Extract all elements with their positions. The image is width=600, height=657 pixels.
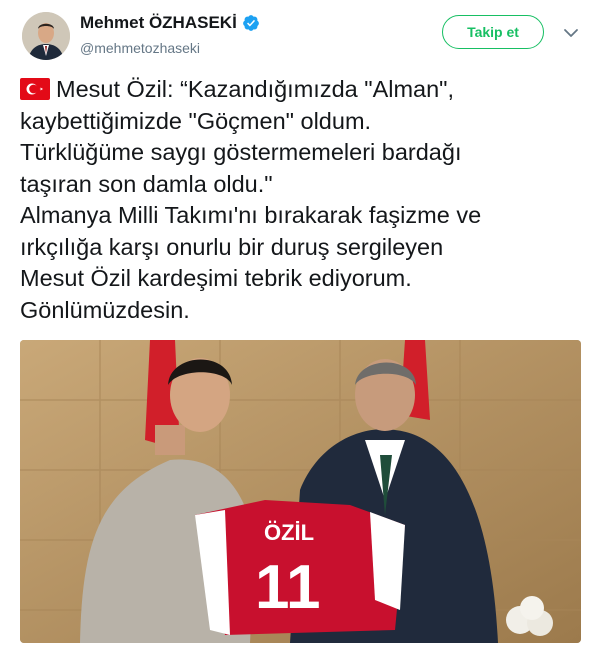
tweet-line-8: Gönlümüzdesin. xyxy=(20,296,190,323)
follow-button[interactable]: Takip et xyxy=(442,15,544,49)
name-row: Mehmet ÖZHASEKİ xyxy=(80,13,260,33)
user-handle[interactable]: @mehmetozhaseki xyxy=(80,40,200,56)
tweet-line-4: taşıran son damla oldu." xyxy=(20,170,273,197)
avatar-image xyxy=(22,12,70,60)
tweet-text: Mesut Özil: “Kazandığımızda "Alman", kay… xyxy=(20,74,580,326)
tweet-line-7: Mesut Özil kardeşimi tebrik ediyorum. xyxy=(20,265,412,291)
tweet-line-6: ırkçılığa karşı onurlu bir duruş sergile… xyxy=(20,233,444,260)
display-name[interactable]: Mehmet ÖZHASEKİ xyxy=(80,13,237,33)
chevron-down-icon[interactable] xyxy=(562,24,580,42)
verified-badge-icon xyxy=(242,15,259,31)
photo-image: ÖZİL 11 xyxy=(20,340,581,643)
tweet-line-2: kaybettiğimizde "Göçmen" oldum. xyxy=(20,107,372,134)
turkey-flag-icon xyxy=(20,78,50,100)
tweet-photo[interactable]: ÖZİL 11 xyxy=(20,340,581,643)
jersey-number-text: 11 xyxy=(255,553,321,622)
tweet-header: Mehmet ÖZHASEKİ @mehmetozhaseki Takip et xyxy=(0,0,600,66)
tweet-line-text: Mesut Özil: “Kazandığımızda "Alman", xyxy=(56,76,455,102)
tweet-line-5: Almanya Milli Takımı'nı bırakarak faşizm… xyxy=(20,202,482,228)
tweet-line-1: Mesut Özil: “Kazandığımızda "Alman", xyxy=(20,74,580,106)
jersey-name-text: ÖZİL xyxy=(264,520,314,545)
avatar[interactable] xyxy=(22,12,70,60)
tweet-line-3: Türklüğüme saygı göstermemeleri bardağı xyxy=(20,139,462,165)
